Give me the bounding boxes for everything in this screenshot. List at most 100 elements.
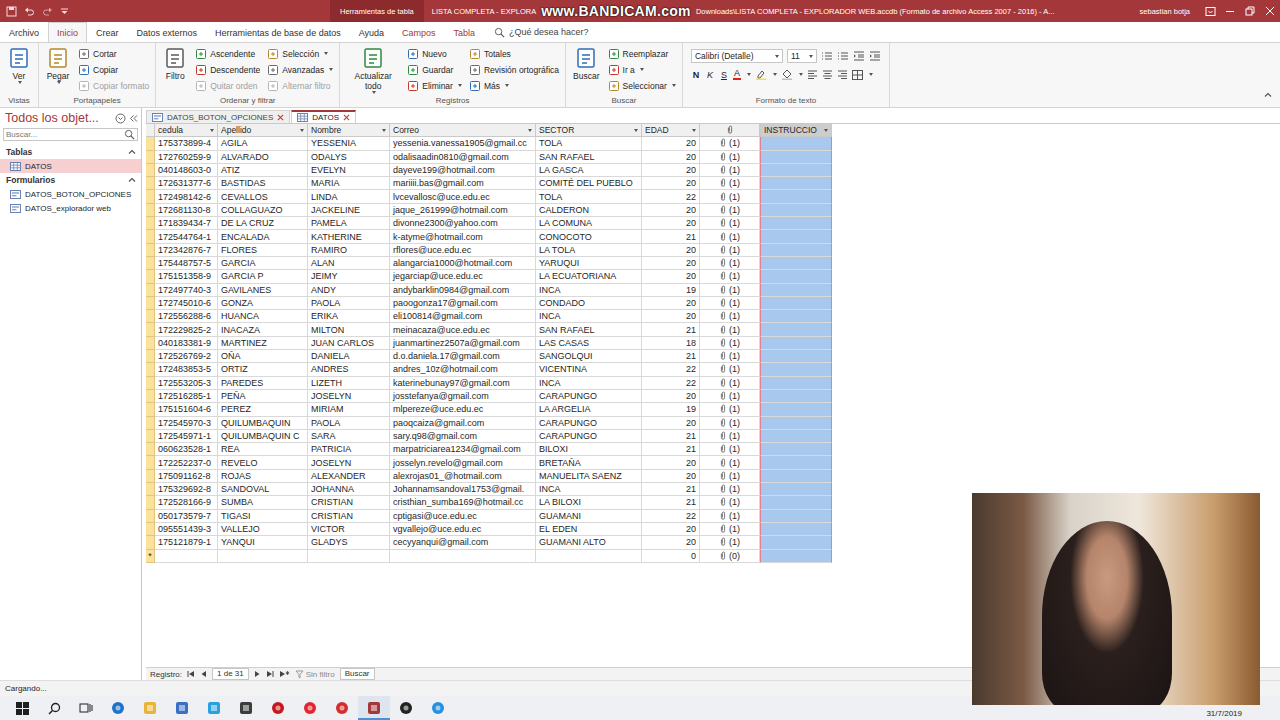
table-row[interactable]: 175151604-6PEREZMIRIAMmlpereze@uce.edu.e… [146, 403, 832, 416]
table-cell[interactable]: (1) [700, 177, 760, 190]
style-button[interactable]: N [691, 70, 701, 80]
taskbar-app[interactable] [166, 696, 198, 720]
ribbon-button[interactable]: Copiar formato [76, 78, 151, 93]
customize-icon[interactable] [60, 7, 69, 16]
table-cell[interactable]: PEÑA [218, 390, 308, 403]
table-cell[interactable]: 172681130-8 [155, 204, 218, 217]
table-cell[interactable]: (1) [700, 350, 760, 363]
column-header[interactable]: Nombre [308, 124, 390, 137]
record-search[interactable]: Buscar [340, 668, 375, 680]
table-cell[interactable]: josselyn.revelo@gmail.com [390, 456, 536, 469]
table-cell[interactable]: OÑA [218, 350, 308, 363]
table-cell[interactable]: BRETAÑA [536, 456, 642, 469]
table-cell[interactable]: LA TOLA [536, 244, 642, 257]
table-cell[interactable]: 20 [642, 270, 700, 283]
ribbon-button[interactable]: Buscar [570, 45, 602, 82]
table-cell[interactable]: (1) [700, 470, 760, 483]
ribbon-button[interactable]: Nuevo [405, 46, 464, 61]
row-selector[interactable] [146, 403, 155, 416]
row-selector[interactable] [146, 483, 155, 496]
table-cell[interactable]: (1) [700, 443, 760, 456]
table-cell[interactable]: DANIELA [308, 350, 390, 363]
column-header[interactable]: INSTRUCCIO [760, 124, 832, 137]
table-cell[interactable]: AGILA [218, 137, 308, 150]
table-cell[interactable] [536, 550, 642, 563]
table-cell[interactable]: MARIA [308, 177, 390, 190]
table-row[interactable]: 172498142-6CEVALLOSLINDAlvcevallosc@uce.… [146, 190, 832, 203]
table-cell[interactable]: PAOLA [308, 417, 390, 430]
table-cell[interactable]: 22 [642, 363, 700, 376]
table-cell[interactable]: LINDA [308, 190, 390, 203]
table-cell[interactable]: ROJAS [218, 470, 308, 483]
table-cell[interactable]: (1) [700, 151, 760, 164]
taskbar-app[interactable] [230, 696, 262, 720]
minimize-icon[interactable] [1220, 0, 1240, 22]
table-cell[interactable]: cptigasi@uce.edu.ec [390, 510, 536, 523]
table-cell[interactable]: KATHERINE [308, 230, 390, 243]
table-cell[interactable] [760, 217, 832, 230]
row-selector[interactable] [146, 417, 155, 430]
table-cell[interactable]: 21 [642, 443, 700, 456]
table-cell[interactable]: sary.q98@gmail.com [390, 430, 536, 443]
table-cell[interactable]: (1) [700, 190, 760, 203]
table-cell[interactable]: CALDERON [536, 204, 642, 217]
table-cell[interactable]: SARA [308, 430, 390, 443]
style-button[interactable]: S [719, 70, 729, 80]
table-cell[interactable]: 20 [642, 470, 700, 483]
table-row[interactable]: 172516285-1PEÑAJOSELYNjosstefanya@gmail.… [146, 390, 832, 403]
ribbon-button[interactable]: Filtro [160, 45, 190, 82]
table-row[interactable]: 175091162-8ROJASALEXANDERalexrojas01_@ho… [146, 470, 832, 483]
table-cell[interactable]: VICTOR [308, 523, 390, 536]
table-cell[interactable]: (1) [700, 244, 760, 257]
taskbar-app[interactable] [262, 696, 294, 720]
table-cell[interactable] [760, 550, 832, 563]
table-row[interactable]: 040148603-0ATIZEVELYNdayeve199@hotmail.c… [146, 164, 832, 177]
nav-title[interactable]: Todos los objet... [5, 111, 112, 125]
table-cell[interactable]: 172516285-1 [155, 390, 218, 403]
row-selector[interactable] [146, 430, 155, 443]
table-cell[interactable]: MIRIAM [308, 403, 390, 416]
new-record-icon[interactable] [279, 670, 290, 678]
table-cell[interactable]: 21 [642, 496, 700, 509]
ribbon-tab[interactable]: Crear [87, 22, 128, 42]
row-selector[interactable] [146, 230, 155, 243]
table-cell[interactable]: 172631377-6 [155, 177, 218, 190]
table-cell[interactable]: 172497740-3 [155, 284, 218, 297]
table-cell[interactable]: 175151604-6 [155, 403, 218, 416]
ribbon-button[interactable]: Ascendente [193, 46, 262, 61]
collapse-ribbon[interactable] [1256, 85, 1280, 107]
row-selector[interactable] [146, 523, 155, 536]
table-cell[interactable]: (1) [700, 496, 760, 509]
table-cell[interactable]: CARAPUNGO [536, 417, 642, 430]
table-row[interactable]: 171839434-7DE LA CRUZPAMELAdivonne2300@y… [146, 217, 832, 230]
table-cell[interactable]: 172544764-1 [155, 230, 218, 243]
table-cell[interactable] [760, 297, 832, 310]
tell-me-search[interactable]: ¿Qué desea hacer? [484, 22, 599, 42]
table-cell[interactable]: d.o.daniela.17@gmail.com [390, 350, 536, 363]
align-left-icon[interactable] [807, 70, 818, 79]
gridlines-icon[interactable] [852, 70, 863, 80]
ribbon-tab[interactable]: Ayuda [350, 22, 393, 42]
ribbon-button[interactable]: Actualizar todo [344, 45, 402, 95]
table-cell[interactable]: JOSELYN [308, 390, 390, 403]
table-cell[interactable] [760, 164, 832, 177]
table-cell[interactable]: (1) [700, 204, 760, 217]
table-cell[interactable]: vgvallejo@uce.edu.ec [390, 523, 536, 536]
ribbon-button[interactable]: Avanzadas [265, 62, 335, 77]
ribbon-button[interactable]: Alternar filtro [265, 78, 335, 93]
table-cell[interactable]: MARTINEZ [218, 337, 308, 350]
table-cell[interactable]: 175121879-1 [155, 536, 218, 549]
table-cell[interactable]: 040148603-0 [155, 164, 218, 177]
table-cell[interactable]: 175151358-9 [155, 270, 218, 283]
font-size-field[interactable]: 11 [787, 49, 817, 63]
column-header[interactable]: SECTOR [536, 124, 642, 137]
table-cell[interactable]: HUANCA [218, 310, 308, 323]
table-cell[interactable]: 175091162-8 [155, 470, 218, 483]
font-color-button[interactable]: A [733, 69, 741, 80]
table-cell[interactable] [760, 496, 832, 509]
table-cell[interactable]: PAMELA [308, 217, 390, 230]
row-selector[interactable] [146, 270, 155, 283]
ribbon-button[interactable]: Reemplazar [606, 46, 678, 61]
table-cell[interactable]: LA ECUATORIANA [536, 270, 642, 283]
table-cell[interactable]: ALVARADO [218, 151, 308, 164]
